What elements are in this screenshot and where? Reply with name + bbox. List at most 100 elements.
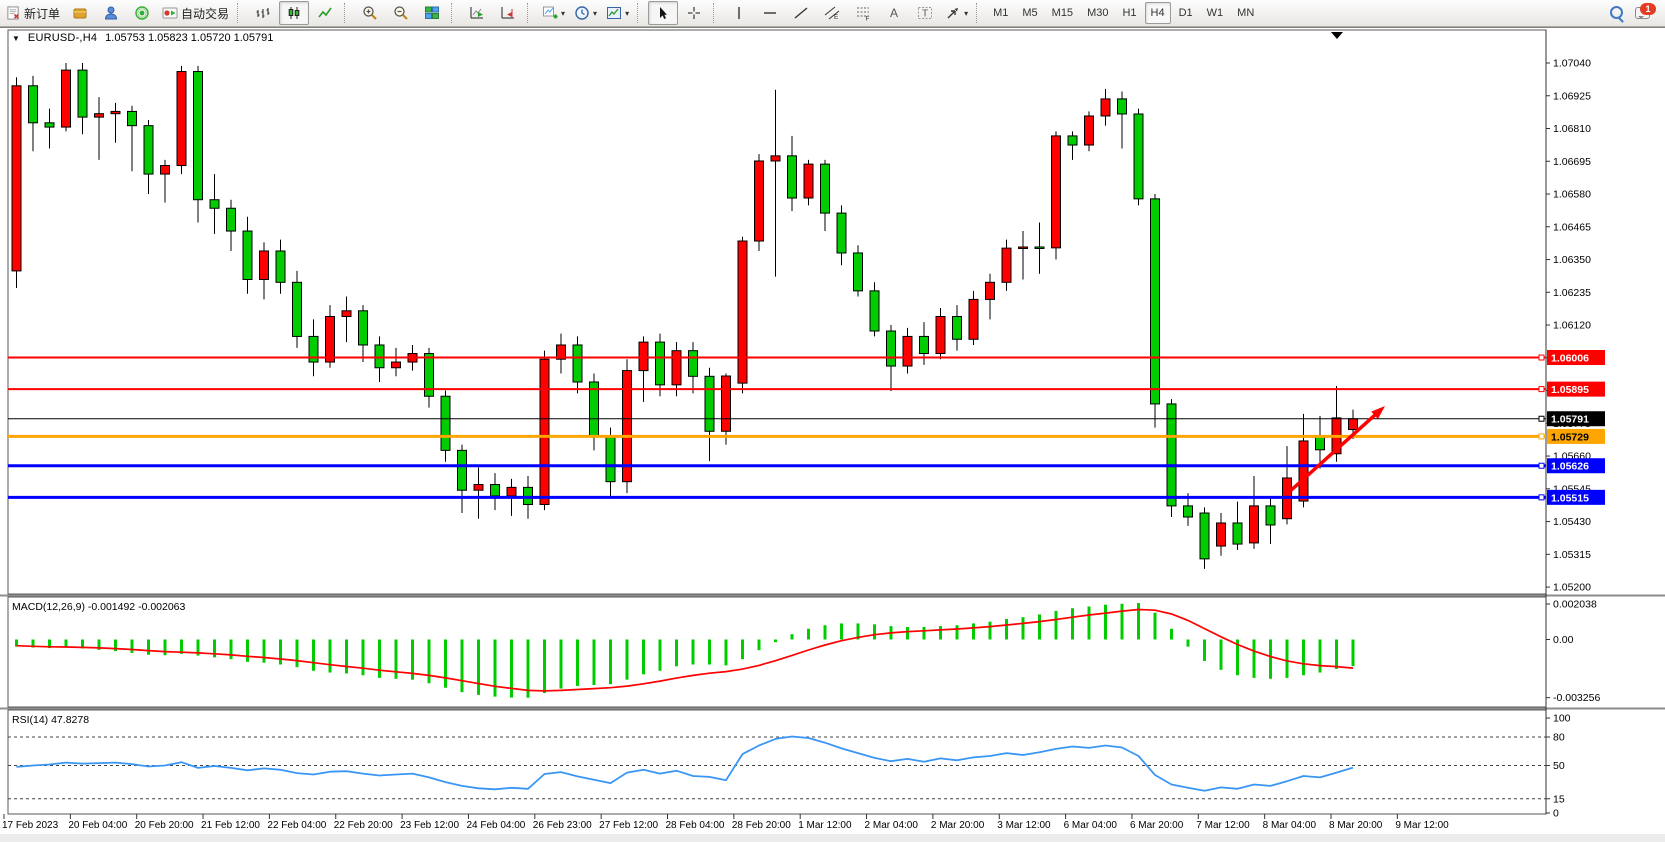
timeframe-H1[interactable]: H1	[1116, 2, 1142, 24]
crosshair-icon	[686, 5, 702, 21]
svg-text:1.05729: 1.05729	[1551, 431, 1589, 443]
svg-text:-0.003256: -0.003256	[1553, 692, 1600, 704]
cursor-arrow-icon	[655, 5, 671, 21]
autotrade-label: 自动交易	[181, 5, 229, 22]
horizontal-line-button[interactable]	[755, 1, 785, 25]
zoom-in-icon	[362, 5, 378, 21]
line-chart-button[interactable]	[310, 1, 340, 25]
bar-chart-button[interactable]	[248, 1, 278, 25]
svg-text:6 Mar 20:00: 6 Mar 20:00	[1130, 820, 1184, 831]
notifications-icon[interactable]: 1	[1635, 6, 1653, 21]
toolbar-separator	[713, 3, 718, 23]
timeframe-MN[interactable]: MN	[1231, 2, 1260, 24]
timeframe-D1[interactable]: D1	[1173, 2, 1199, 24]
text-button[interactable]: A	[879, 1, 909, 25]
svg-text:15: 15	[1553, 793, 1565, 805]
autotrade-button[interactable]: 自动交易	[158, 1, 233, 25]
crosshair-button[interactable]	[679, 1, 709, 25]
zoom-in-button[interactable]	[355, 1, 385, 25]
svg-text:1.06235: 1.06235	[1553, 287, 1591, 299]
arrow-shape-icon	[945, 5, 961, 21]
price-axis: 1.070401.069251.068101.066951.065801.064…	[1546, 58, 1591, 594]
svg-text:8 Mar 20:00: 8 Mar 20:00	[1329, 820, 1383, 831]
toolbar-separator	[637, 3, 642, 23]
svg-text:50: 50	[1553, 760, 1565, 772]
market-watch-button[interactable]	[65, 1, 95, 25]
auto-scroll-button[interactable]	[462, 1, 492, 25]
signal-sonar-icon	[134, 5, 150, 21]
channel-icon: E	[824, 5, 840, 21]
indicators-button[interactable]: ▾	[538, 1, 569, 25]
svg-text:24 Feb 04:00: 24 Feb 04:00	[466, 820, 525, 831]
new-order-button[interactable]: 新订单	[2, 1, 64, 25]
timeframe-M5[interactable]: M5	[1016, 2, 1043, 24]
candlestick-chart-button[interactable]	[279, 1, 309, 25]
timeframe-group: M1M5M15M30H1H4D1W1MN	[987, 2, 1260, 24]
gold-box-icon	[72, 5, 88, 21]
trendline-button[interactable]	[786, 1, 816, 25]
text-label-icon: T	[917, 5, 933, 21]
toolbar-separator	[344, 3, 349, 23]
svg-text:1.06925: 1.06925	[1553, 90, 1591, 102]
svg-text:1.05515: 1.05515	[1551, 492, 1589, 504]
chart-window: ▼ EURUSD-,H4 1.05753 1.05823 1.05720 1.0…	[0, 27, 1665, 842]
svg-text:1.06695: 1.06695	[1553, 156, 1591, 168]
text-label-button[interactable]: T	[910, 1, 940, 25]
toolbar-right-group: 1	[1610, 6, 1663, 21]
svg-text:6 Mar 04:00: 6 Mar 04:00	[1064, 820, 1118, 831]
cursor-button[interactable]	[648, 1, 678, 25]
svg-text:1.06006: 1.06006	[1551, 353, 1589, 365]
svg-text:20 Feb 04:00: 20 Feb 04:00	[68, 820, 127, 831]
toolbar-separator	[451, 3, 456, 23]
timeframe-M30[interactable]: M30	[1081, 2, 1114, 24]
svg-text:0.00: 0.00	[1553, 634, 1574, 646]
tile-windows-button[interactable]	[417, 1, 447, 25]
svg-text:7 Mar 12:00: 7 Mar 12:00	[1196, 820, 1250, 831]
timeframe-M1[interactable]: M1	[987, 2, 1014, 24]
toolbar-separator	[237, 3, 242, 23]
svg-text:17 Feb 2023: 17 Feb 2023	[2, 820, 59, 831]
chart-shift-button[interactable]	[493, 1, 523, 25]
dropdown-caret: ▾	[625, 9, 629, 18]
macd-axis: 0.0020380.00-0.003256	[1546, 599, 1600, 705]
arrows-shapes-button[interactable]: ▾	[941, 1, 972, 25]
auto-scroll-icon	[469, 5, 485, 21]
tile-windows-icon	[424, 5, 440, 21]
rsi-label: RSI(14) 47.8278	[12, 714, 89, 726]
chart-canvas[interactable]: 1.070401.069251.068101.066951.065801.064…	[0, 28, 1665, 842]
chart-shift-icon	[500, 5, 516, 21]
clock-icon	[574, 5, 590, 21]
macd-label: MACD(12,26,9) -0.001492 -0.002063	[12, 601, 186, 613]
svg-text:26 Feb 23:00: 26 Feb 23:00	[533, 820, 592, 831]
zoom-out-button[interactable]	[386, 1, 416, 25]
svg-text:28 Feb 20:00: 28 Feb 20:00	[732, 820, 791, 831]
svg-text:100: 100	[1553, 713, 1571, 725]
svg-text:T: T	[922, 9, 928, 20]
autotrade-icon	[162, 5, 178, 21]
timeframe-W1[interactable]: W1	[1201, 2, 1230, 24]
chevron-down-icon[interactable]: ▼	[12, 34, 20, 43]
chart-ohlc-quotes: 1.05753 1.05823 1.05720 1.05791	[105, 32, 273, 44]
timeframe-H4[interactable]: H4	[1145, 2, 1171, 24]
periods-button[interactable]: ▾	[570, 1, 601, 25]
vertical-line-button[interactable]	[724, 1, 754, 25]
signals-button[interactable]	[127, 1, 157, 25]
svg-text:1.06580: 1.06580	[1553, 189, 1591, 201]
svg-text:27 Feb 12:00: 27 Feb 12:00	[599, 820, 658, 831]
search-icon[interactable]	[1610, 6, 1625, 21]
svg-text:0: 0	[1553, 808, 1559, 820]
dropdown-caret: ▾	[561, 9, 565, 18]
fibonacci-icon: F	[855, 5, 871, 21]
accounts-button[interactable]	[96, 1, 126, 25]
templates-button[interactable]: ▾	[602, 1, 633, 25]
svg-text:9 Mar 12:00: 9 Mar 12:00	[1395, 820, 1449, 831]
equidistant-channel-button[interactable]: E	[817, 1, 847, 25]
svg-text:20 Feb 20:00: 20 Feb 20:00	[135, 820, 194, 831]
timeframe-M15[interactable]: M15	[1046, 2, 1079, 24]
fibonacci-button[interactable]: F	[848, 1, 878, 25]
svg-text:1.06810: 1.06810	[1553, 123, 1591, 135]
svg-text:22 Feb 20:00: 22 Feb 20:00	[334, 820, 393, 831]
trendline-icon	[793, 5, 809, 21]
new-order-icon	[6, 6, 21, 21]
svg-text:1.05895: 1.05895	[1551, 384, 1589, 396]
